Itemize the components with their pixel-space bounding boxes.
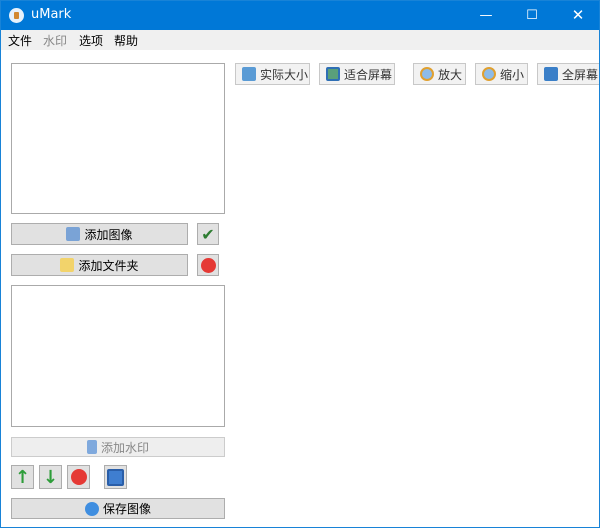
- floppy-disk-icon: [107, 468, 124, 486]
- delete-watermark-button[interactable]: [67, 465, 90, 489]
- save-watermark-button[interactable]: [104, 465, 127, 489]
- menu-options[interactable]: 选项: [79, 32, 103, 49]
- menu-bar: 文件 水印 选项 帮助: [1, 30, 599, 50]
- save-image-icon: [84, 501, 99, 516]
- add-image-button[interactable]: 添加图像: [11, 223, 188, 245]
- app-logo-icon: [9, 8, 24, 23]
- maximize-button[interactable]: ☐: [509, 1, 555, 30]
- add-folder-button[interactable]: 添加文件夹: [11, 254, 188, 276]
- fit-screen-button[interactable]: 适合屏幕: [319, 63, 395, 85]
- minimize-button[interactable]: —: [463, 1, 509, 30]
- zoom-out-icon: [482, 67, 496, 81]
- remove-button[interactable]: [197, 254, 219, 276]
- zoom-out-button[interactable]: 缩小: [475, 63, 528, 85]
- actual-size-icon: [242, 67, 256, 81]
- folder-add-icon: [60, 258, 75, 272]
- app-window: uMark — ☐ ✕ 文件 水印 选项 帮助 添加图像 ✔ 添加文件夹 添加水…: [0, 0, 600, 528]
- move-down-button[interactable]: ↓: [39, 465, 62, 489]
- zoom-in-button[interactable]: 放大: [413, 63, 466, 85]
- fullscreen-button[interactable]: 全屏幕: [537, 63, 599, 85]
- image-list[interactable]: [11, 63, 225, 214]
- fit-screen-icon: [326, 67, 340, 81]
- zoom-in-icon: [420, 67, 434, 81]
- menu-watermark[interactable]: 水印: [43, 32, 67, 49]
- pin-icon: [86, 440, 97, 454]
- close-button[interactable]: ✕: [555, 1, 599, 30]
- watermark-list[interactable]: [11, 285, 225, 427]
- menu-file[interactable]: 文件: [8, 32, 32, 49]
- save-image-button[interactable]: 保存图像: [11, 498, 225, 519]
- remove-icon: [70, 469, 87, 485]
- arrow-down-icon: ↓: [42, 466, 59, 488]
- title-bar: uMark — ☐ ✕: [1, 1, 599, 30]
- fullscreen-icon: [544, 67, 558, 81]
- actual-size-button[interactable]: 实际大小: [235, 63, 310, 85]
- arrow-up-icon: ↑: [14, 466, 31, 488]
- add-watermark-button[interactable]: 添加水印: [11, 437, 225, 457]
- apply-check-button[interactable]: ✔: [197, 223, 219, 245]
- move-up-button[interactable]: ↑: [11, 465, 34, 489]
- window-title: uMark: [31, 7, 72, 22]
- remove-icon: [200, 257, 216, 273]
- add-image-icon: [66, 227, 81, 241]
- menu-help[interactable]: 帮助: [114, 32, 138, 49]
- check-icon: ✔: [201, 224, 215, 244]
